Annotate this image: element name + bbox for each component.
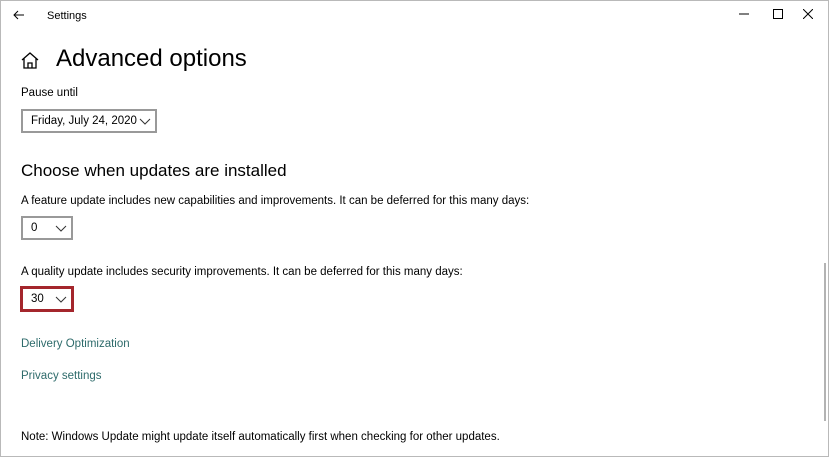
note-text: Note: Windows Update might update itself…	[21, 431, 500, 443]
back-button[interactable]	[7, 4, 31, 26]
home-icon	[21, 52, 39, 69]
quality-update-label: A quality update includes security impro…	[21, 266, 463, 278]
pause-until-value: Friday, July 24, 2020	[31, 115, 137, 127]
scrollbar[interactable]	[824, 263, 826, 421]
privacy-settings-link[interactable]: Privacy settings	[21, 370, 102, 382]
feature-update-days-dropdown[interactable]: 0	[21, 216, 73, 240]
feature-update-days-value: 0	[31, 222, 38, 234]
quality-update-days-dropdown[interactable]: 30	[21, 287, 73, 311]
window-title: Settings	[47, 10, 87, 22]
chevron-down-icon	[55, 296, 67, 303]
pause-until-dropdown[interactable]: Friday, July 24, 2020	[21, 109, 157, 133]
section-title: Choose when updates are installed	[21, 161, 287, 180]
feature-update-label: A feature update includes new capabiliti…	[21, 195, 530, 207]
maximize-icon	[773, 9, 783, 19]
quality-update-days-value: 30	[31, 293, 44, 305]
title-bar: Settings	[1, 1, 828, 31]
minimize-icon	[739, 13, 749, 15]
chevron-down-icon	[139, 118, 151, 125]
delivery-optimization-link[interactable]: Delivery Optimization	[21, 338, 130, 350]
back-arrow-icon	[13, 10, 24, 20]
settings-window: Settings Advanced options Pause until Fr…	[0, 0, 829, 457]
close-button[interactable]	[785, 1, 828, 29]
page-title: Advanced options	[56, 45, 247, 72]
pause-until-label: Pause until	[21, 87, 78, 99]
close-icon	[803, 9, 813, 19]
home-button[interactable]	[19, 50, 41, 72]
chevron-down-icon	[55, 225, 67, 232]
